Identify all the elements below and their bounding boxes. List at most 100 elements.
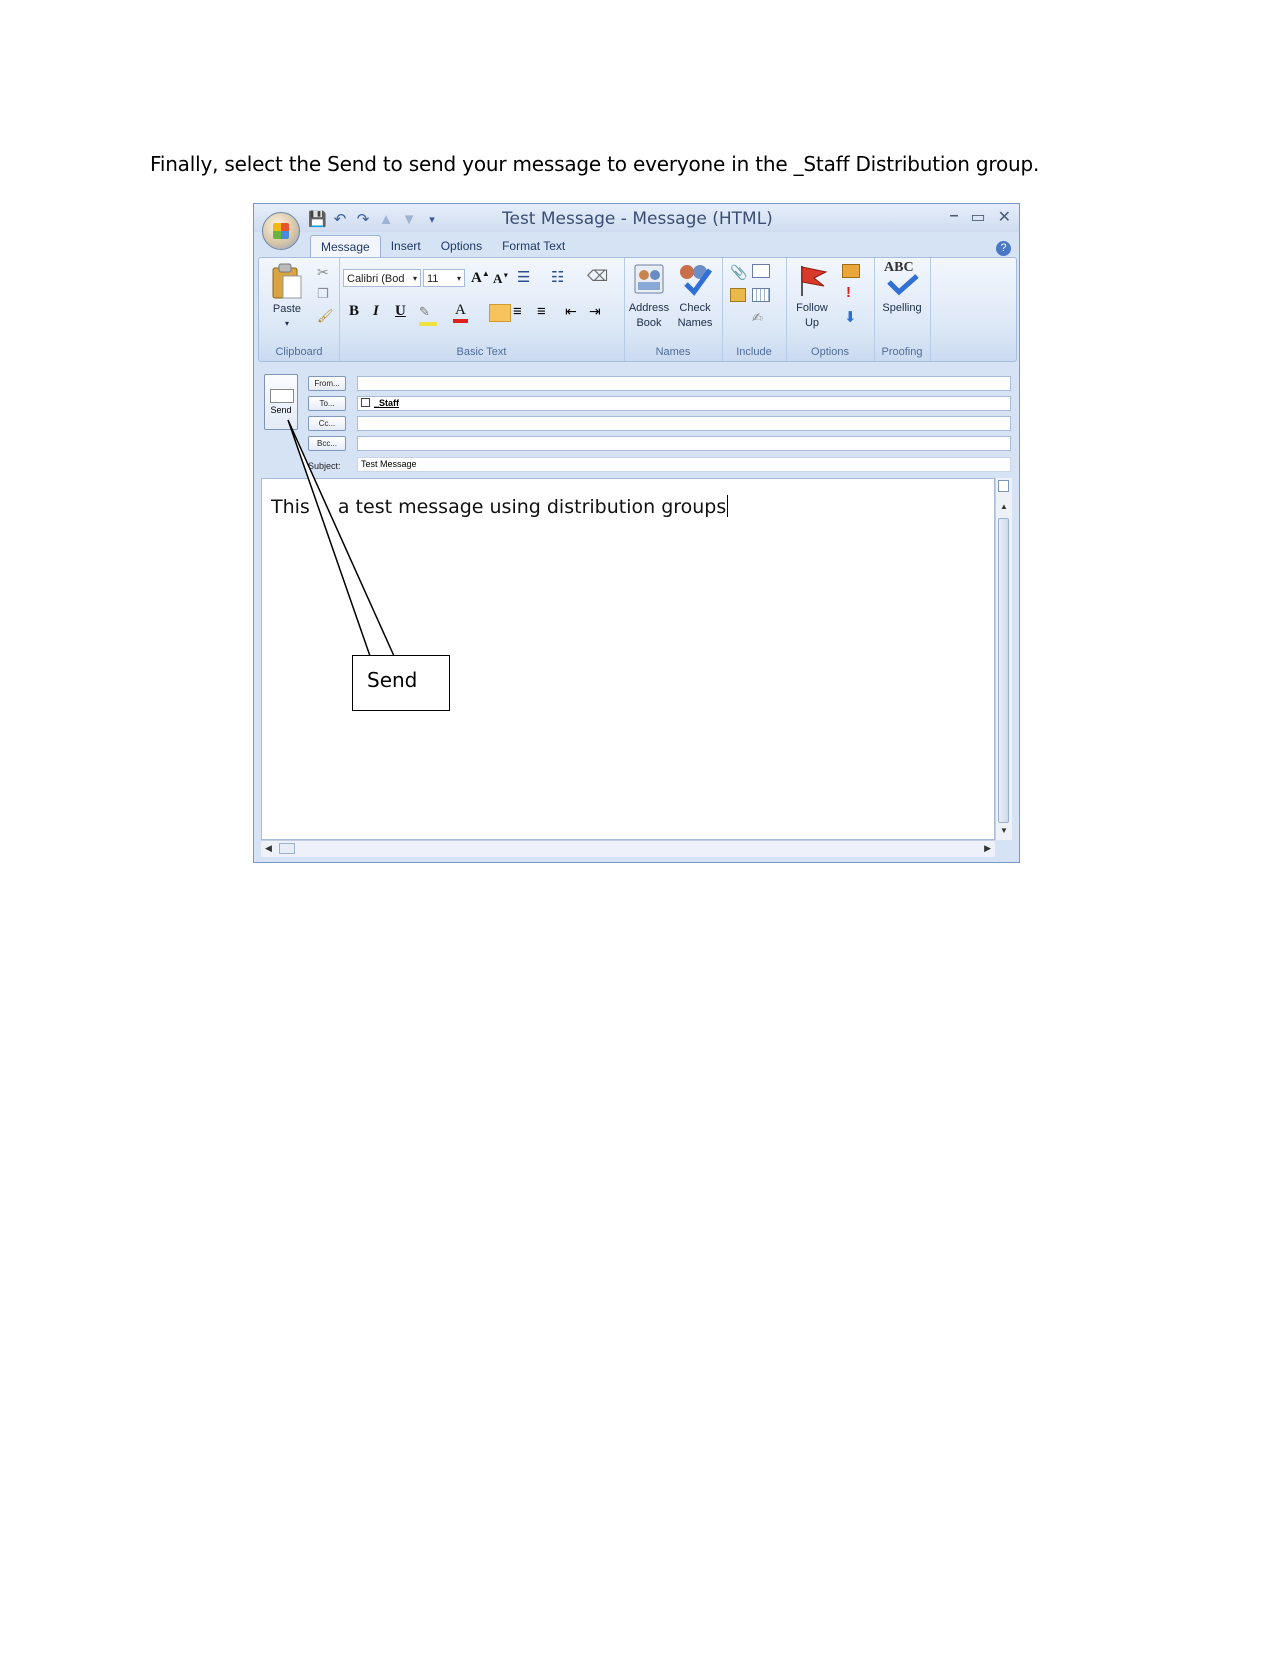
scroll-left-icon[interactable]: ◀ — [265, 843, 272, 854]
check-names-label-2: Names — [677, 317, 713, 329]
underline-button[interactable]: U — [395, 303, 406, 320]
envelope-icon — [270, 389, 294, 403]
redo-icon[interactable]: ↷ — [354, 210, 372, 228]
align-left-icon[interactable] — [489, 304, 511, 322]
group-icon — [361, 398, 370, 407]
cc-field[interactable] — [357, 416, 1011, 431]
undo-icon[interactable]: ↶ — [331, 210, 349, 228]
tab-options[interactable]: Options — [431, 235, 492, 257]
send-button-label: Send — [270, 405, 292, 415]
format-painter-icon[interactable]: 🖌 — [317, 308, 334, 324]
horizontal-scrollbar[interactable]: ◀ ▶ — [261, 840, 995, 857]
address-book-label-2: Book — [636, 317, 662, 329]
follow-up-flag-icon[interactable] — [794, 262, 830, 298]
shrink-font-icon[interactable]: A▼ — [493, 271, 509, 287]
check-names-icon[interactable] — [676, 260, 714, 296]
numbering-icon[interactable]: ☷ — [551, 268, 564, 286]
increase-indent-icon[interactable]: ⇥ — [589, 303, 601, 320]
send-button[interactable]: Send — [264, 374, 298, 430]
paste-dropdown-icon[interactable]: ▾ — [265, 316, 309, 331]
follow-up-label-1: Follow — [796, 302, 828, 314]
outlook-message-window: 💾 ↶ ↷ ▲ ▼ ▾ Test Message - Message (HTML… — [253, 203, 1020, 863]
signature-icon[interactable]: ✍ — [752, 310, 763, 326]
group-clipboard: Paste ▾ ✂ ❐ 🖌 Clipboard — [259, 258, 340, 361]
bcc-field[interactable] — [357, 436, 1011, 451]
check-names-label-1: Check — [679, 302, 711, 314]
font-name-value: Calibri (Bod — [347, 273, 405, 285]
font-color-button[interactable]: A — [453, 302, 468, 323]
group-basic-text: Calibri (Bod ▾ 11 ▾ A▲ A▼ ☰ ☷ ⌫ B I U ✎ … — [339, 258, 625, 361]
from-button[interactable]: From... — [308, 376, 346, 391]
office-button[interactable] — [262, 212, 300, 250]
calendar-icon[interactable] — [752, 288, 770, 302]
highlight-icon[interactable]: ✎ — [419, 304, 437, 326]
window-controls: – ▭ ✕ — [950, 207, 1011, 227]
minimize-button[interactable]: – — [950, 207, 959, 227]
font-name-select[interactable]: Calibri (Bod ▾ — [343, 269, 421, 287]
callout-label: Send — [367, 668, 418, 692]
help-icon[interactable]: ? — [996, 241, 1011, 256]
attach-item-icon[interactable] — [752, 264, 770, 278]
tab-insert[interactable]: Insert — [381, 235, 431, 257]
group-label-proofing: Proofing — [881, 346, 923, 358]
close-button[interactable]: ✕ — [998, 207, 1011, 227]
bullets-icon[interactable]: ☰ — [517, 268, 530, 286]
decrease-indent-icon[interactable]: ⇤ — [565, 303, 577, 320]
attach-file-icon[interactable]: 📎 — [730, 264, 747, 281]
cc-button[interactable]: Cc... — [308, 416, 346, 431]
body-text-start: This — [271, 496, 316, 518]
to-button[interactable]: To... — [308, 396, 346, 411]
subject-field[interactable]: Test Message — [357, 457, 1011, 472]
next-icon[interactable]: ▼ — [400, 211, 418, 228]
bold-button[interactable]: B — [349, 303, 359, 320]
group-label-names: Names — [655, 346, 691, 358]
save-icon[interactable]: 💾 — [308, 210, 327, 228]
categorize-icon[interactable] — [842, 264, 860, 278]
scroll-up-icon[interactable]: ▲ — [1000, 502, 1008, 511]
group-names: Address Book Check Names Names — [624, 258, 723, 361]
to-field[interactable]: _Staff — [357, 396, 1011, 411]
tab-format-text[interactable]: Format Text — [492, 235, 575, 257]
ribbon: Paste ▾ ✂ ❐ 🖌 Clipboard Calibri (Bod ▾ 1… — [258, 257, 1017, 362]
horizontal-scroll-thumb[interactable] — [279, 843, 295, 854]
clear-formatting-icon[interactable]: ⌫ — [587, 267, 608, 285]
tab-message[interactable]: Message — [310, 235, 381, 258]
align-right-icon[interactable]: ≡ — [537, 303, 546, 320]
group-proofing: ABC Spelling Proofing — [874, 258, 931, 361]
italic-button[interactable]: I — [373, 303, 379, 320]
vertical-scroll-thumb[interactable] — [998, 518, 1009, 823]
spelling-check-icon[interactable] — [886, 274, 920, 296]
cut-icon[interactable]: ✂ — [317, 264, 329, 281]
to-recipient[interactable]: _Staff — [374, 398, 399, 408]
high-importance-icon[interactable]: ! — [846, 284, 851, 301]
group-include: 📎 ✍ Include — [722, 258, 787, 361]
vertical-scrollbar[interactable]: ▲ ▼ — [995, 478, 1012, 840]
address-book-icon[interactable] — [632, 262, 666, 296]
align-center-icon[interactable]: ≡ — [513, 303, 522, 320]
group-label-basic-text: Basic Text — [456, 346, 507, 358]
bcc-button[interactable]: Bcc... — [308, 436, 346, 451]
scroll-down-icon[interactable]: ▼ — [1000, 826, 1008, 835]
font-size-select[interactable]: 11 ▾ — [423, 269, 465, 287]
scroll-right-icon[interactable]: ▶ — [984, 843, 991, 854]
customize-icon[interactable]: ▾ — [423, 213, 441, 226]
office-logo-icon — [273, 223, 289, 239]
spelling-button[interactable]: Spelling — [874, 301, 930, 316]
grow-font-icon[interactable]: A▲ — [471, 269, 490, 287]
address-book-label-1: Address — [628, 302, 670, 314]
message-body-text: This a test message using distribution g… — [271, 495, 729, 518]
window-title: Test Message - Message (HTML) — [502, 209, 773, 229]
group-label-options: Options — [811, 346, 849, 358]
from-field[interactable] — [357, 376, 1011, 391]
copy-icon[interactable]: ❐ — [317, 286, 329, 302]
business-card-icon[interactable] — [730, 288, 746, 302]
previous-icon[interactable]: ▲ — [377, 211, 395, 228]
font-size-value: 11 — [427, 273, 439, 285]
paste-label: Paste — [272, 303, 302, 315]
paste-icon[interactable] — [269, 262, 305, 300]
maximize-button[interactable]: ▭ — [970, 207, 985, 227]
chevron-down-icon: ▾ — [412, 274, 417, 283]
ruler-toggle-icon[interactable] — [998, 480, 1009, 492]
low-importance-icon[interactable]: ⬇ — [844, 308, 857, 326]
ribbon-tabs: Message Insert Options Format Text — [310, 235, 575, 258]
